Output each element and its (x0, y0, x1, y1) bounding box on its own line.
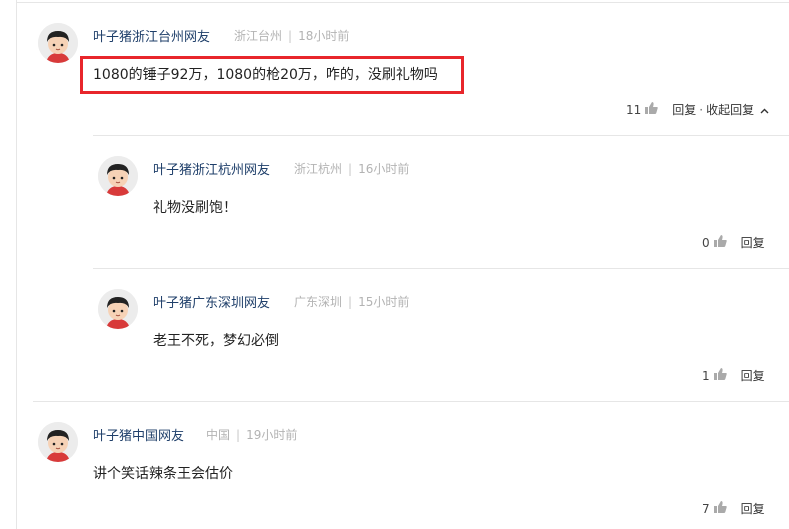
avatar[interactable] (38, 23, 78, 63)
comment-meta: 中国 | 19小时前 (206, 428, 298, 442)
thread-left-border (16, 0, 17, 529)
reply-button[interactable]: 回复 (741, 500, 765, 517)
comment-meta: 浙江杭州 | 16小时前 (294, 162, 410, 176)
separator-dot: · (699, 102, 704, 117)
like-count: 7 (702, 501, 710, 516)
cartoon-boy-avatar-icon (38, 422, 78, 462)
thread-top-divider (16, 2, 789, 3)
avatar[interactable] (38, 422, 78, 462)
comment-actions: 7 回复 (702, 500, 765, 517)
reply-button[interactable]: 回复 (672, 101, 696, 118)
comment-location: 浙江台州 (234, 29, 283, 43)
thumbs-up-icon[interactable] (645, 102, 658, 117)
comment-time: 16小时前 (358, 162, 410, 176)
comment-meta: 广东深圳 | 15小时前 (294, 295, 410, 309)
comment-time: 19小时前 (246, 428, 298, 442)
cartoon-boy-avatar-icon (98, 156, 138, 196)
cartoon-boy-avatar-icon (98, 289, 138, 329)
comment-divider (33, 401, 789, 402)
thumbs-up-icon[interactable] (713, 501, 727, 516)
collapse-label: 收起回复 (706, 103, 755, 117)
chevron-up-icon (760, 108, 769, 114)
comment-text: 老王不死，梦幻必倒 (153, 333, 279, 349)
highlight-annotation-box (80, 56, 464, 94)
comment-location: 中国 (206, 428, 231, 442)
comment-actions: 0 回复 (702, 234, 765, 251)
like-count: 0 (702, 235, 710, 250)
thumbs-up-icon[interactable] (713, 368, 727, 383)
avatar[interactable] (98, 156, 138, 196)
reply-button[interactable]: 回复 (741, 367, 765, 384)
comment-actions: 1 回复 (702, 367, 765, 384)
like-count: 11 (626, 102, 642, 117)
comment-meta: 浙江台州 | 18小时前 (234, 29, 350, 43)
reply-divider (93, 135, 789, 136)
collapse-replies-button[interactable]: 收起回复 (706, 101, 769, 118)
comment-text: 礼物没刷饱！ (153, 200, 237, 216)
comment-location: 广东深圳 (294, 295, 343, 309)
like-count: 1 (702, 368, 710, 383)
comment-time: 18小时前 (298, 29, 350, 43)
comment-username[interactable]: 叶子猪浙江杭州网友 (153, 159, 270, 178)
reply-button[interactable]: 回复 (741, 234, 765, 251)
avatar[interactable] (98, 289, 138, 329)
comment-time: 15小时前 (358, 295, 410, 309)
comment-actions: 11 回复 · 收起回复 (626, 101, 769, 118)
cartoon-boy-avatar-icon (38, 23, 78, 63)
comment-username[interactable]: 叶子猪中国网友 (93, 425, 184, 444)
comment-location: 浙江杭州 (294, 162, 343, 176)
comment-text: 讲个笑话辣条王会估价 (93, 466, 233, 482)
reply-divider (93, 268, 789, 269)
thumbs-up-icon[interactable] (713, 235, 727, 250)
comment-username[interactable]: 叶子猪浙江台州网友 (93, 26, 210, 45)
comment-username[interactable]: 叶子猪广东深圳网友 (153, 292, 270, 311)
